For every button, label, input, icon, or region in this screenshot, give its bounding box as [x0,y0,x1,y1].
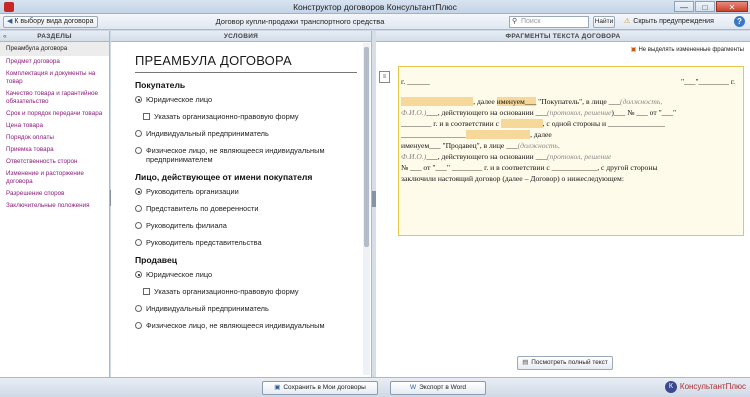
back-arrow-icon: ◀ [7,18,13,25]
minimize-button[interactable]: — [674,1,694,12]
close-button[interactable]: ✕ [716,1,748,12]
consultant-logo-icon: К [664,381,677,393]
fragment-line-5: именуем___ "Продавец", в лице ___(должно… [401,141,560,150]
heading-divider [135,72,357,73]
conditions-content: ПРЕАМБУЛА ДОГОВОРА Покупатель Юридическо… [135,53,363,338]
buyer-option-individual[interactable]: Физическое лицо, не являющееся индивидуа… [135,146,363,164]
section-item-price[interactable]: Цена товара [0,120,109,132]
buyer-section-title: Покупатель [135,80,186,90]
no-highlight-toggle[interactable]: ▣ Не выделять измененные фрагменты [631,46,744,53]
save-to-my-contracts-button[interactable]: ▣ Сохранить в Мои договоры [262,381,378,395]
buyer-option-legal-entity[interactable]: Юридическое лицо [135,95,363,104]
fragments-header: ФРАГМЕНТЫ ТЕКСТА ДОГОВОРА [376,31,750,42]
bottom-bar: ▣ Сохранить в Мои договоры W Экспорт в Wor… [0,377,750,397]
document-icon[interactable]: ≡ [379,71,390,83]
section-item-payment[interactable]: Порядок оплаты [0,132,109,144]
document-title: Договор купли-продажи транспортного сред… [215,17,385,26]
section-item-termination[interactable]: Изменение и расторжение договора [0,168,109,188]
back-to-contract-types-button[interactable]: ◀ К выбору вида договора [3,16,99,28]
find-button[interactable]: Найти [593,16,615,28]
sections-panel: « РАЗДЕЛЫ Преамбула договора Предмет дог… [0,31,110,377]
fragment-date: "___"________ г. [680,77,735,86]
fragment-line-2: Ф.И.О.)___, действующего на основании __… [401,108,677,117]
section-item-equipment[interactable]: Комплектация и документы на товар [0,68,109,88]
conditions-heading: ПРЕАМБУЛА ДОГОВОРА [135,53,292,68]
seller-option-org-form[interactable]: Указать организационно-правовую форму [135,287,363,296]
scrollbar-thumb[interactable] [364,47,369,247]
section-item-disputes[interactable]: Разрешение споров [0,188,109,200]
checkbox[interactable] [143,288,150,295]
section-item-liability[interactable]: Ответственность сторон [0,156,109,168]
buyer-option-entrepreneur[interactable]: Индивидуальный предприниматель [135,129,363,138]
radio[interactable] [135,239,142,246]
buyer-rep-option-head[interactable]: Руководитель организации [135,187,363,196]
buyer-rep-option-proxy[interactable]: Представитель по доверенности [135,204,363,213]
conditions-header: УСЛОВИЯ [111,31,371,42]
radio[interactable] [135,222,142,229]
conditions-panel: УСЛОВИЯ ПРЕАМБУЛА ДОГОВОРА Покупатель Юр… [111,31,372,377]
buyer-rep-option-office[interactable]: Руководитель представительства [135,238,363,247]
radio[interactable] [135,130,142,137]
title-bar: Конструктор договоров КонсультантПлюс — … [0,0,750,14]
hide-warnings-label: Скрыть предупреждения [633,18,714,25]
radio[interactable] [135,305,142,312]
basis-field[interactable] [500,119,543,128]
window-controls: — □ ✕ [674,1,748,12]
fragment-line-8: заключили настоящий договор (далее – Дог… [401,174,624,183]
fragment-line-6: Ф.И.О.)___, действующего на основании __… [401,152,612,161]
contract-fragment: г. ______ "___"________ г. , далее имену… [398,66,744,236]
fragment-city: г. ______ [401,77,430,86]
search-input[interactable]: ⚲ Поиск [509,16,589,28]
back-button-label: К выбору вида договора [14,18,94,25]
fragment-line-3: ________ г. и в соответствии с , с одной… [401,119,665,128]
hide-warnings-button[interactable]: ⚠ Скрыть предупреждения [624,17,714,25]
fragment-line-7: № ___ от "___" ________ г. и в соответст… [401,163,658,172]
section-item-final[interactable]: Заключительные положения [0,200,109,212]
fragments-panel: ФРАГМЕНТЫ ТЕКСТА ДОГОВОРА ▣ Не выделять и… [376,31,750,377]
buyer-rep-section-title: Лицо, действующее от имени покупателя [135,172,313,182]
window-title: Конструктор договоров КонсультантПлюс [293,2,457,12]
document-view-icon: ▤ [522,359,529,366]
sections-header: « РАЗДЕЛЫ [0,31,109,42]
buyer-rep-option-branch[interactable]: Руководитель филиала [135,221,363,230]
seller-name-field[interactable] [465,130,531,139]
brand-logo: К КонсультантПлюс [664,381,746,393]
radio[interactable] [135,147,142,154]
view-full-text-button[interactable]: ▤ Посмотреть полный текст [517,356,613,370]
radio-selected[interactable] [135,271,142,278]
fragment-line-1: , далее именуем___ "Покупатель", в лице … [401,96,735,107]
seller-section-title: Продавец [135,255,178,265]
radio-selected[interactable] [135,96,142,103]
section-item-acceptance[interactable]: Приемка товара [0,144,109,156]
collapse-left-icon[interactable]: « [3,31,7,42]
radio[interactable] [135,322,142,329]
section-item-subject[interactable]: Предмет договора [0,56,109,68]
buyer-name-field[interactable] [401,97,474,106]
maximize-button[interactable]: □ [695,1,715,12]
seller-option-individual[interactable]: Физическое лицо, не являющееся индивидуа… [135,321,363,330]
highlight-icon: ▣ [630,47,637,53]
search-placeholder: Поиск [521,18,541,25]
word-icon: W [409,384,417,391]
section-item-preamble[interactable]: Преамбула договора [0,42,109,56]
fragment-line-4: _________________ , далее [401,130,552,139]
seller-option-entrepreneur[interactable]: Индивидуальный предприниматель [135,304,363,313]
toolbar: ◀ К выбору вида договора Договор купли-пр… [0,14,750,30]
warning-icon: ⚠ [624,18,631,25]
conditions-scrollbar[interactable] [363,43,370,375]
fragment-header-line: г. ______ "___"________ г. [401,76,735,87]
radio-selected[interactable] [135,188,142,195]
buyer-option-org-form[interactable]: Указать организационно-правовую форму [135,112,363,121]
radio[interactable] [135,205,142,212]
save-icon: ▣ [274,384,281,391]
help-icon[interactable]: ? [734,16,745,27]
section-item-quality[interactable]: Качество товара и гарантийное обязательс… [0,88,109,108]
section-item-delivery[interactable]: Срок и порядок передачи товара [0,108,109,120]
export-to-word-button[interactable]: W Экспорт в Word [390,381,486,395]
checkbox[interactable] [143,113,150,120]
search-icon: ⚲ [512,18,518,25]
seller-option-legal-entity[interactable]: Юридическое лицо [135,270,363,279]
